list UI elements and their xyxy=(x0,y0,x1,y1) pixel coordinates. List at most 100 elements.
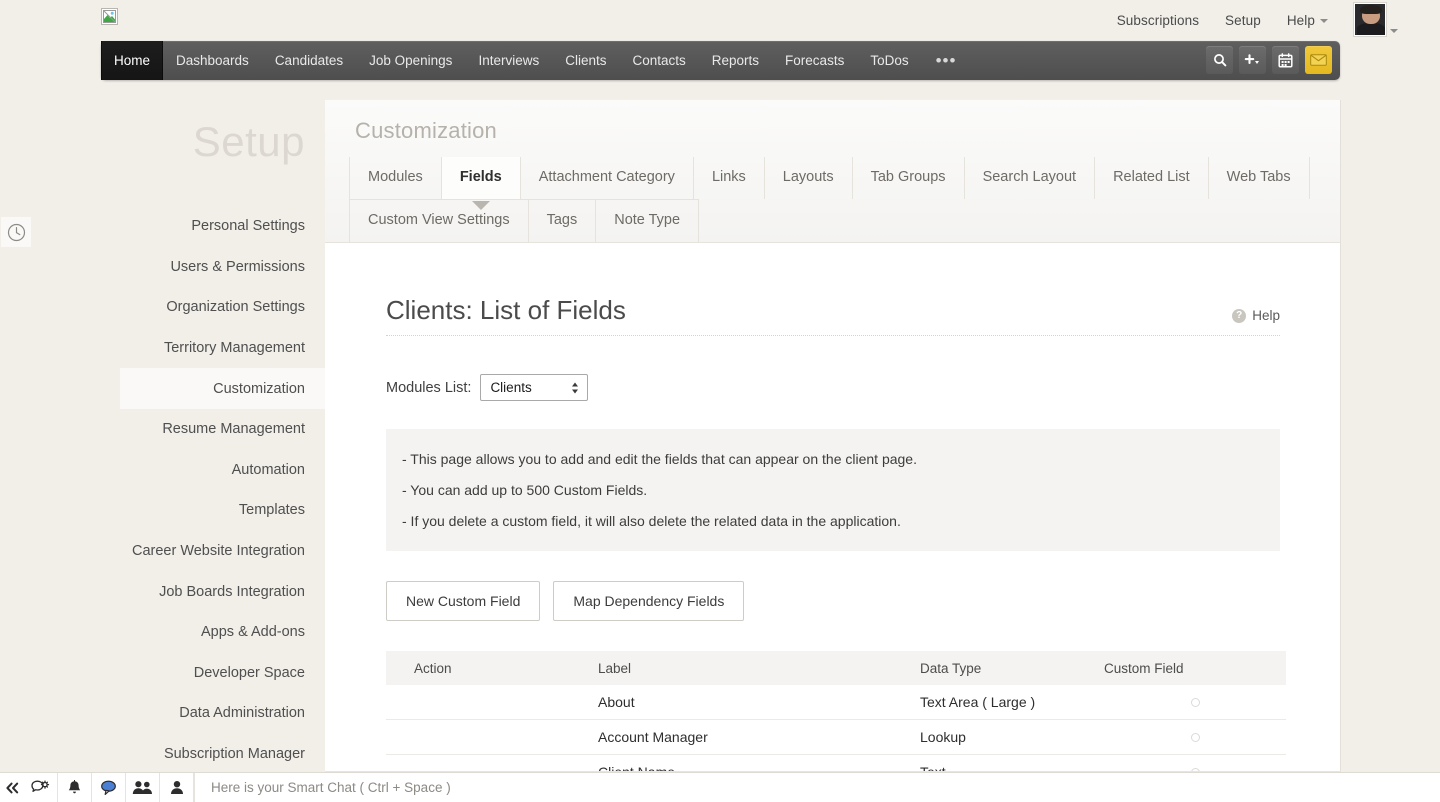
nav-item-candidates[interactable]: Candidates xyxy=(262,41,356,80)
avatar-body xyxy=(1357,23,1385,35)
tab-row-primary: Modules Fields Attachment Category Links… xyxy=(349,157,1310,199)
sidebar-item-territory-management[interactable]: Territory Management xyxy=(0,328,325,369)
nav-item-more[interactable]: ••• xyxy=(922,41,971,80)
sidebar-item-organization-settings[interactable]: Organization Settings xyxy=(0,287,325,328)
customization-tabs: Modules Fields Attachment Category Links… xyxy=(325,157,1340,242)
tab-search-layout[interactable]: Search Layout xyxy=(965,157,1096,199)
table-header-row: Action Label Data Type Custom Field xyxy=(386,651,1286,685)
avatar[interactable] xyxy=(1354,3,1386,36)
broken-image-icon[interactable] xyxy=(101,8,118,25)
column-header-label: Label xyxy=(598,661,920,676)
row-type-cell: Lookup xyxy=(920,729,1104,745)
sidebar-item-users-permissions[interactable]: Users & Permissions xyxy=(0,247,325,288)
setup-sidebar: Setup Personal Settings Users & Permissi… xyxy=(0,90,325,772)
chevron-down-icon xyxy=(1320,19,1328,23)
tab-modules[interactable]: Modules xyxy=(349,157,442,199)
tab-note-type[interactable]: Note Type xyxy=(596,199,699,242)
page-title-row: Clients: List of Fields ? Help xyxy=(386,295,1280,336)
table-row[interactable]: Client Name Text xyxy=(386,755,1286,772)
top-link-subscriptions[interactable]: Subscriptions xyxy=(1117,13,1199,28)
tab-layouts[interactable]: Layouts xyxy=(765,157,853,199)
nav-item-forecasts[interactable]: Forecasts xyxy=(772,41,857,80)
question-mark-icon: ? xyxy=(1232,309,1246,323)
search-icon[interactable] xyxy=(1206,46,1233,74)
avatar-hair xyxy=(1360,5,1382,14)
bell-icon[interactable] xyxy=(58,773,92,802)
chevron-down-icon[interactable] xyxy=(1390,29,1398,33)
nav-item-dashboards[interactable]: Dashboards xyxy=(163,41,262,80)
tab-tags[interactable]: Tags xyxy=(529,199,597,242)
nav-item-home[interactable]: Home xyxy=(101,41,163,80)
sidebar-item-personal-settings[interactable]: Personal Settings xyxy=(0,206,325,247)
page-title: Clients: List of Fields xyxy=(386,295,626,326)
tab-links[interactable]: Links xyxy=(694,157,765,199)
nav-item-reports[interactable]: Reports xyxy=(699,41,772,80)
setup-heading: Setup xyxy=(193,118,305,166)
calendar-icon[interactable] xyxy=(1272,46,1299,74)
app-root: Subscriptions Setup Help Home Dashboards… xyxy=(0,0,1440,802)
row-custom-field-cell xyxy=(1104,698,1286,707)
customization-header: Customization Modules Fields Attachment … xyxy=(325,100,1340,243)
circle-icon xyxy=(1191,698,1200,707)
chat-settings-icon[interactable] xyxy=(24,773,58,802)
group-contacts-icon[interactable] xyxy=(126,773,160,802)
tab-custom-view-settings[interactable]: Custom View Settings xyxy=(349,199,529,242)
tab-tab-groups[interactable]: Tab Groups xyxy=(853,157,965,199)
sidebar-item-templates[interactable]: Templates xyxy=(0,490,325,531)
column-header-custom-field: Custom Field xyxy=(1104,661,1286,676)
bottom-bar-icons xyxy=(0,773,194,802)
table-row[interactable]: Account Manager Lookup xyxy=(386,720,1286,755)
tab-web-tabs[interactable]: Web Tabs xyxy=(1209,157,1310,199)
modules-list-select[interactable]: Clients xyxy=(480,374,588,401)
stepper-arrows-icon xyxy=(572,382,578,393)
tab-row-secondary: Custom View Settings Tags Note Type xyxy=(349,199,699,242)
help-link[interactable]: ? Help xyxy=(1232,308,1280,326)
modules-list-row: Modules List: Clients xyxy=(386,374,1280,401)
circle-icon xyxy=(1191,733,1200,742)
new-custom-field-button[interactable]: New Custom Field xyxy=(386,581,540,621)
sidebar-item-job-boards-integration[interactable]: Job Boards Integration xyxy=(0,571,325,612)
tab-fields[interactable]: Fields xyxy=(442,157,521,199)
single-contact-icon[interactable] xyxy=(160,773,194,802)
column-header-data-type: Data Type xyxy=(920,661,1104,676)
sidebar-item-career-website-integration[interactable]: Career Website Integration xyxy=(0,531,325,572)
row-label-cell: Client Name xyxy=(598,764,920,772)
top-link-setup[interactable]: Setup xyxy=(1225,13,1261,28)
top-bar: Subscriptions Setup Help xyxy=(0,0,1440,40)
tab-related-list[interactable]: Related List xyxy=(1095,157,1209,199)
top-link-help[interactable]: Help xyxy=(1287,13,1328,28)
smart-chat-hint[interactable]: Here is your Smart Chat ( Ctrl + Space ) xyxy=(195,780,451,795)
sidebar-item-subscription-manager[interactable]: Subscription Manager xyxy=(0,734,325,775)
action-buttons: New Custom Field Map Dependency Fields xyxy=(386,581,1280,621)
user-menu[interactable] xyxy=(1354,3,1398,36)
sidebar-item-developer-space[interactable]: Developer Space xyxy=(0,653,325,694)
nav-item-job-openings[interactable]: Job Openings xyxy=(356,41,465,80)
main-nav: Home Dashboards Candidates Job Openings … xyxy=(101,41,1340,80)
nav-item-contacts[interactable]: Contacts xyxy=(619,41,698,80)
sidebar-item-customization[interactable]: Customization xyxy=(120,368,325,409)
plus-icon[interactable] xyxy=(1239,46,1266,74)
setup-menu: Personal Settings Users & Permissions Or… xyxy=(0,206,325,774)
map-dependency-fields-button[interactable]: Map Dependency Fields xyxy=(553,581,744,621)
collapse-chevrons-icon[interactable] xyxy=(0,773,24,802)
sidebar-item-resume-management[interactable]: Resume Management xyxy=(0,409,325,450)
nav-item-todos[interactable]: ToDos xyxy=(857,41,921,80)
chat-bubble-icon[interactable] xyxy=(92,773,126,802)
table-row[interactable]: About Text Area ( Large ) xyxy=(386,685,1286,720)
nav-item-interviews[interactable]: Interviews xyxy=(465,41,552,80)
mail-icon[interactable] xyxy=(1305,46,1332,74)
row-label-cell: About xyxy=(598,694,920,710)
sidebar-item-automation[interactable]: Automation xyxy=(0,450,325,491)
sidebar-item-data-administration[interactable]: Data Administration xyxy=(0,693,325,734)
modules-list-value: Clients xyxy=(490,380,531,395)
top-link-help-label: Help xyxy=(1287,13,1315,28)
main-nav-items: Home Dashboards Candidates Job Openings … xyxy=(101,41,1340,80)
tab-attachment-category[interactable]: Attachment Category xyxy=(521,157,694,199)
row-custom-field-cell xyxy=(1104,733,1286,742)
nav-item-clients[interactable]: Clients xyxy=(552,41,619,80)
sidebar-item-apps-add-ons[interactable]: Apps & Add-ons xyxy=(0,612,325,653)
page-body: Clients: List of Fields ? Help Modules L… xyxy=(325,243,1340,772)
row-type-cell: Text Area ( Large ) xyxy=(920,694,1104,710)
fields-table: Action Label Data Type Custom Field Abou… xyxy=(386,651,1286,772)
bottom-bar: Here is your Smart Chat ( Ctrl + Space ) xyxy=(0,772,1440,802)
